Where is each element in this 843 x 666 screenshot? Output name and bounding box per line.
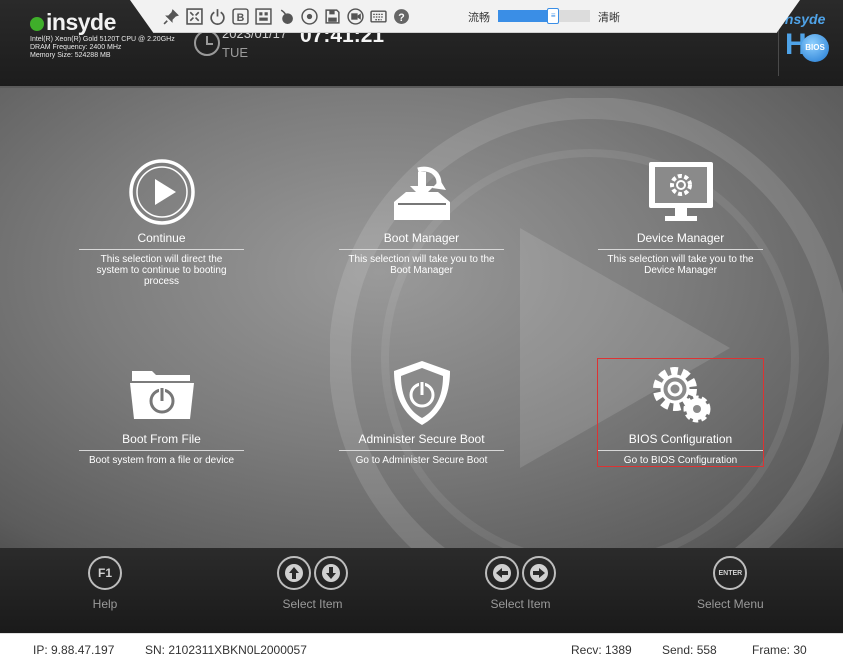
power-icon[interactable] — [208, 7, 226, 25]
arrow-down-icon — [314, 556, 348, 590]
insyde-logo: insyde — [30, 9, 116, 36]
save-icon[interactable] — [323, 7, 341, 25]
menu-device-manager[interactable]: Device Manager This selection will take … — [598, 158, 763, 276]
weekday-display: TUE — [222, 45, 248, 60]
ip-address: IP: 9.88.47.197 — [33, 643, 115, 657]
f1-key-icon: F1 — [88, 556, 122, 590]
arrow-left-icon — [485, 556, 519, 590]
help-icon[interactable]: ? — [392, 7, 410, 25]
menu-boot-manager[interactable]: Boot Manager This selection will take yo… — [339, 158, 504, 276]
quality-slider-fill — [498, 10, 554, 22]
keyboard-macro-icon[interactable] — [254, 7, 272, 25]
disc-icon[interactable] — [300, 7, 318, 25]
divider — [339, 249, 504, 250]
enter-key-icon: ENTER — [713, 556, 748, 590]
remote-console: insyde Intel(R) Xeon(R) Gold 5120T CPU @… — [0, 0, 843, 666]
arrow-right-icon — [522, 556, 556, 590]
keyboard-icon[interactable] — [369, 7, 387, 25]
toolbar-buttons: B ? — [162, 7, 410, 25]
key-help[interactable]: F1 Help — [88, 556, 122, 611]
system-info: Intel(R) Xeon(R) Gold 5120T CPU @ 2.20GH… — [30, 36, 190, 60]
divider — [339, 450, 504, 451]
bios-screen: insyde Intel(R) Xeon(R) Gold 5120T CPU @… — [0, 0, 843, 633]
divider — [598, 249, 763, 250]
menu-continue[interactable]: Continue This selection will direct the … — [79, 158, 244, 287]
clear-label: 清晰 — [598, 12, 620, 24]
dram-info: DRAM Frequency: 2400 MHz — [30, 44, 122, 51]
quality-slider-handle[interactable]: ≡ — [547, 8, 560, 24]
play-icon — [128, 159, 195, 225]
key-select-item-vertical[interactable]: Select Item — [277, 556, 348, 611]
svg-text:B: B — [236, 11, 244, 23]
smooth-label: 流畅 — [468, 12, 490, 24]
svg-text:?: ? — [398, 11, 404, 23]
divider — [79, 249, 244, 250]
arrow-up-icon — [277, 556, 311, 590]
record-icon[interactable] — [346, 7, 364, 25]
cpu-info: Intel(R) Xeon(R) Gold 5120T CPU @ 2.20GH… — [30, 36, 175, 43]
console-toolbar: B ? 流畅 ≡ 清晰 — [130, 0, 800, 33]
bold-b-icon[interactable]: B — [231, 7, 249, 25]
frame-rate: Frame: 30 — [752, 643, 807, 657]
divider — [598, 450, 763, 451]
monitor-gear-icon — [648, 162, 713, 221]
boot-menu-area: Continue This selection will direct the … — [0, 88, 843, 548]
fit-screen-icon[interactable] — [185, 7, 203, 25]
recv-count: Recv: 1389 — [571, 643, 632, 657]
key-select-item-horizontal[interactable]: Select Item — [485, 556, 556, 611]
serial-number: SN: 2102311XBKN0L2000057 — [145, 643, 307, 657]
send-count: Send: 558 — [662, 643, 717, 657]
boot-tray-icon — [393, 166, 450, 220]
menu-administer-secure-boot[interactable]: Administer Secure Boot Go to Administer … — [339, 359, 504, 466]
pin-icon[interactable] — [162, 7, 180, 25]
mouse-icon[interactable] — [277, 7, 295, 25]
bios-key-legend: F1 Help Select Item Select Item ENTER Se… — [0, 548, 843, 633]
shield-power-icon — [393, 361, 450, 425]
gears-icon — [652, 367, 710, 423]
clock-icon — [194, 30, 220, 56]
menu-bios-configuration[interactable]: BIOS Configuration Go to BIOS Configurat… — [597, 358, 764, 467]
menu-boot-from-file[interactable]: Boot From File Boot system from a file o… — [79, 359, 244, 466]
console-status-bar: IP: 9.88.47.197 SN: 2102311XBKN0L2000057… — [0, 633, 843, 666]
folder-power-icon — [129, 371, 194, 419]
divider — [79, 450, 244, 451]
key-select-menu[interactable]: ENTER Select Menu — [697, 556, 764, 611]
memory-info: Memory Size: 524288 MB — [30, 52, 111, 59]
quality-slider[interactable]: ≡ — [498, 8, 590, 24]
